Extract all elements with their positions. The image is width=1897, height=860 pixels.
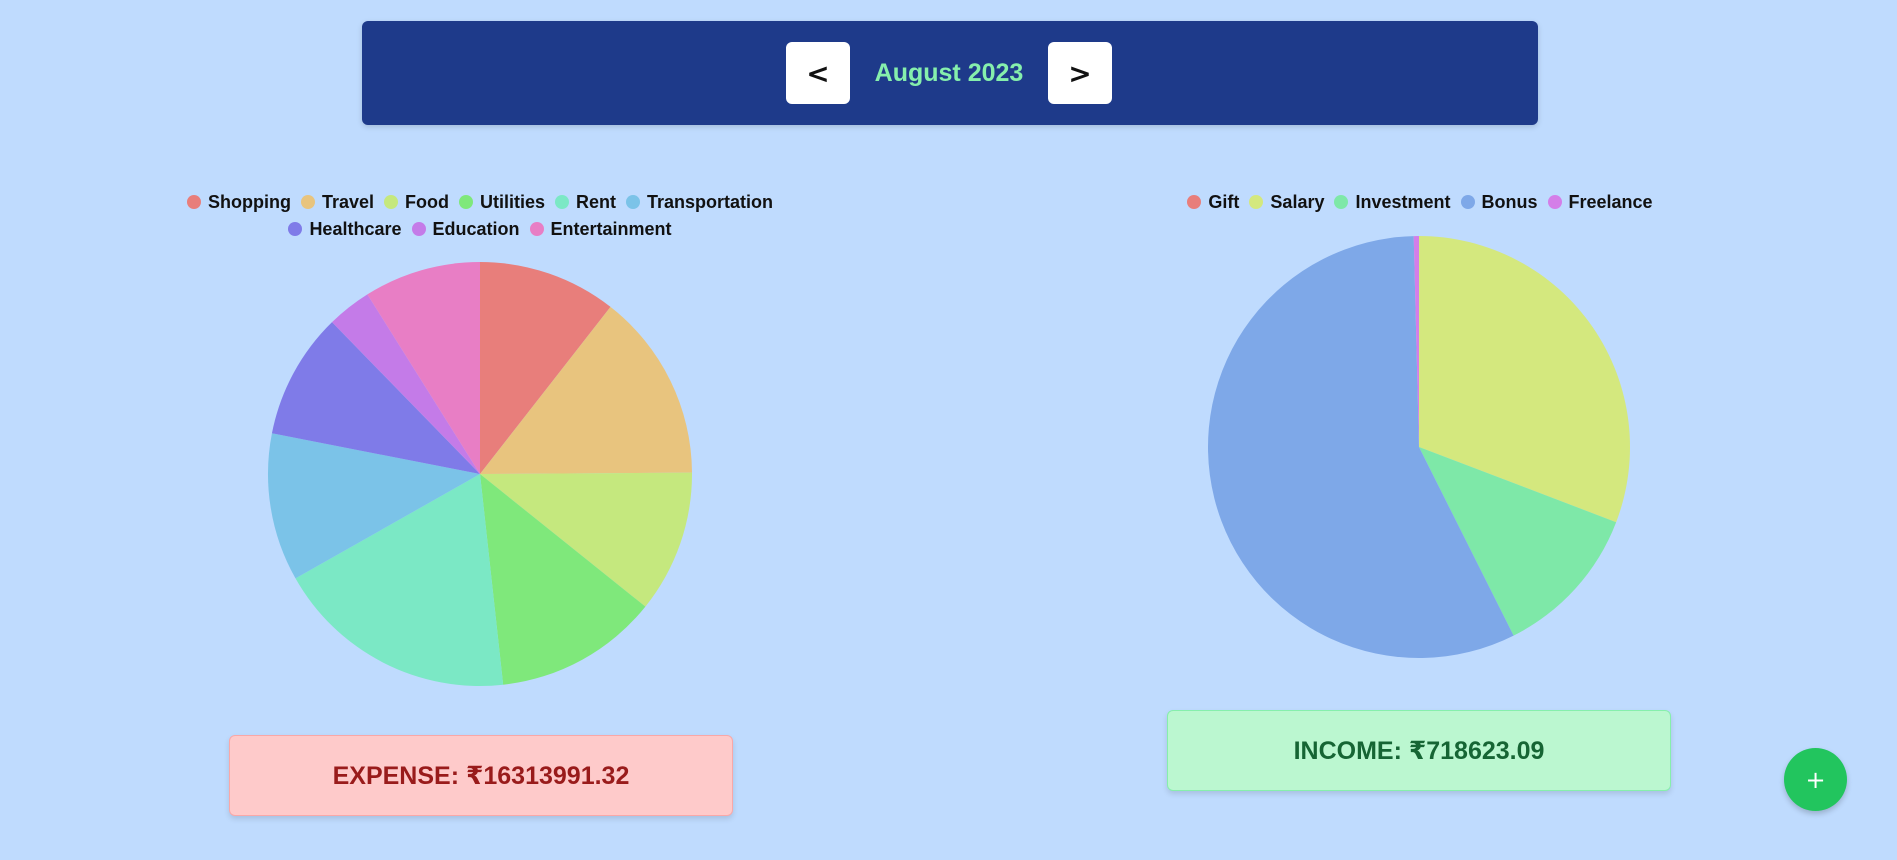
legend-item-freelance[interactable]: Freelance (1547, 191, 1653, 213)
expense-total-card: EXPENSE: ₹16313991.32 (229, 735, 733, 816)
legend-swatch (1249, 195, 1264, 209)
legend-item-investment[interactable]: Investment (1334, 191, 1451, 213)
next-month-button[interactable]: > (1048, 42, 1112, 104)
legend-label: Food (405, 191, 449, 212)
legend-item-rent[interactable]: Rent (555, 191, 616, 213)
legend-item-travel[interactable]: Travel (300, 191, 374, 213)
month-navigation-bar: < August 2023 > (362, 21, 1538, 125)
legend-label: Travel (321, 191, 374, 212)
expense-pie-chart (268, 262, 692, 686)
legend-label: Gift (1208, 191, 1240, 212)
income-pie-chart (1208, 236, 1630, 658)
legend-swatch (529, 222, 544, 236)
legend-swatch (555, 195, 569, 209)
legend-swatch (1187, 195, 1202, 209)
legend-swatch (1334, 195, 1349, 209)
income-chart-legend: Gift Salary Investment Bonus Freelance (1160, 191, 1680, 213)
legend-label: Entertainment (550, 218, 672, 239)
legend-swatch (458, 195, 473, 209)
legend-label: Transportation (647, 191, 774, 212)
add-transaction-button[interactable]: + (1784, 748, 1847, 811)
legend-label: Freelance (1568, 191, 1653, 212)
legend-item-entertainment[interactable]: Entertainment (529, 218, 672, 240)
legend-item-salary[interactable]: Salary (1249, 191, 1324, 213)
previous-month-button[interactable]: < (786, 42, 850, 104)
legend-item-gift[interactable]: Gift (1187, 191, 1239, 213)
expense-chart-legend: Shopping Travel Food Utilities Rent Transport… (160, 191, 800, 240)
legend-label: Education (432, 218, 520, 239)
legend-label: Rent (576, 191, 616, 212)
legend-swatch (626, 195, 640, 209)
legend-item-transportation[interactable]: Transportation (626, 191, 773, 213)
legend-swatch (300, 195, 315, 209)
legend-item-food[interactable]: Food (384, 191, 449, 213)
legend-item-bonus[interactable]: Bonus (1460, 191, 1538, 213)
legend-label: Bonus (1481, 191, 1538, 212)
current-month-label: August 2023 (874, 58, 1024, 87)
legend-swatch (411, 222, 426, 236)
legend-label: Shopping (207, 191, 291, 212)
income-total-card: INCOME: ₹718623.09 (1167, 710, 1671, 791)
legend-label: Utilities (479, 191, 545, 212)
legend-label: Salary (1270, 191, 1325, 212)
legend-swatch (186, 195, 201, 209)
legend-swatch (1547, 195, 1562, 209)
legend-swatch (1460, 195, 1475, 209)
legend-item-shopping[interactable]: Shopping (186, 191, 291, 213)
legend-label: Investment (1355, 191, 1451, 212)
legend-swatch (384, 195, 398, 209)
legend-item-education[interactable]: Education (411, 218, 520, 240)
legend-item-healthcare[interactable]: Healthcare (288, 218, 402, 240)
legend-item-utilities[interactable]: Utilities (458, 191, 545, 213)
legend-swatch (288, 222, 303, 236)
legend-label: Healthcare (309, 218, 402, 239)
